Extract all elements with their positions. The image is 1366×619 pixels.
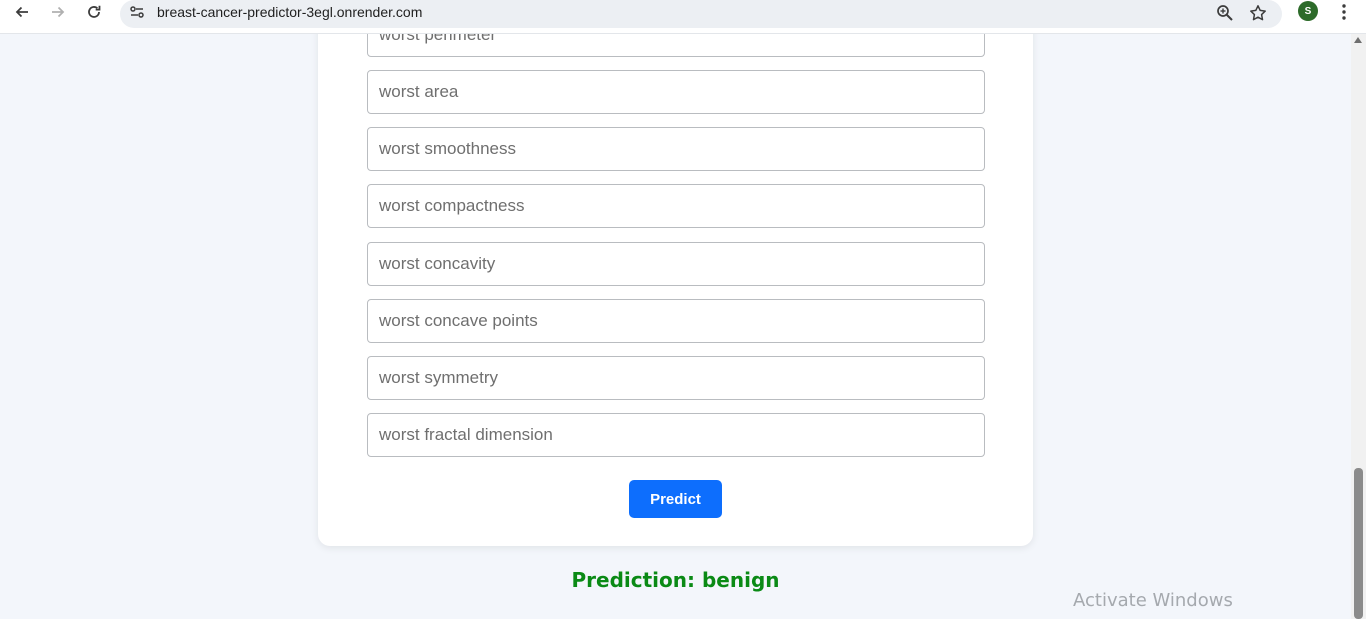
url-text[interactable]: breast-cancer-predictor-3egl.onrender.co… <box>157 4 422 20</box>
worst-concavity-input[interactable] <box>367 242 985 286</box>
site-settings-icon[interactable] <box>128 3 146 21</box>
activate-windows-watermark: Activate Windows <box>1073 590 1233 611</box>
address-bar[interactable]: breast-cancer-predictor-3egl.onrender.co… <box>120 0 1282 28</box>
predict-button[interactable]: Predict <box>629 480 722 518</box>
predictor-card: Predict <box>318 0 1033 546</box>
scroll-up-arrow-icon[interactable] <box>1354 37 1362 43</box>
worst-smoothness-input[interactable] <box>367 127 985 171</box>
worst-symmetry-input[interactable] <box>367 356 985 400</box>
vertical-scrollbar[interactable] <box>1351 34 1366 619</box>
forward-arrow-icon[interactable] <box>47 1 69 23</box>
kebab-menu-icon[interactable] <box>1334 1 1354 23</box>
worst-concave-points-input[interactable] <box>367 299 985 343</box>
worst-area-input[interactable] <box>367 70 985 114</box>
browser-toolbar: breast-cancer-predictor-3egl.onrender.co… <box>0 0 1366 34</box>
zoom-icon[interactable] <box>1215 3 1235 23</box>
back-arrow-icon[interactable] <box>11 1 33 23</box>
star-icon[interactable] <box>1248 3 1268 23</box>
prediction-result: Prediction: benign <box>571 568 780 592</box>
reload-icon[interactable] <box>83 1 105 23</box>
worst-fractal-dimension-input[interactable] <box>367 413 985 457</box>
profile-avatar[interactable]: S <box>1298 1 1318 21</box>
worst-compactness-input[interactable] <box>367 184 985 228</box>
scrollbar-thumb[interactable] <box>1354 468 1363 619</box>
